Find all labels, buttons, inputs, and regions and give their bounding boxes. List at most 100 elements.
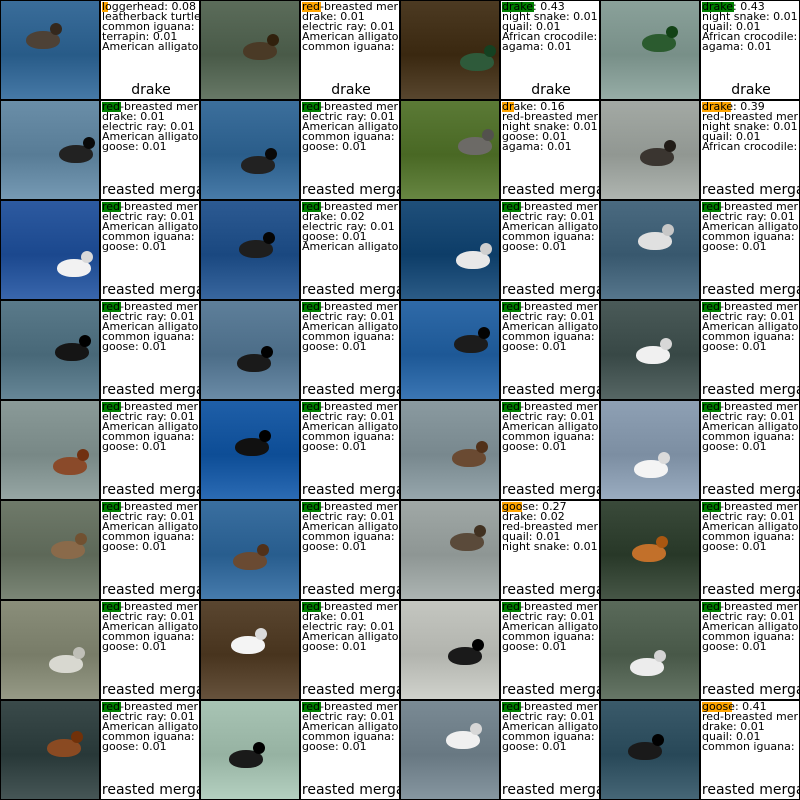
prediction-text: goose: 0.01	[702, 340, 767, 353]
prediction-panel: red-breasted mer electric ray: 0.01 Americ…	[300, 700, 400, 800]
grid-cell: red-breasted mer electric ray: 0.01 Americ…	[400, 600, 600, 700]
grid-cell: red-breasted mer drake: 0.01 electric ray:…	[0, 100, 200, 200]
prediction-panel: red-breasted mer electric ray: 0.01 Americ…	[100, 400, 200, 500]
prediction-panel: red-breasted mer electric ray: 0.01 Americ…	[500, 300, 600, 400]
bird-head	[257, 544, 269, 556]
prediction-panel: red-breasted mer electric ray: 0.01 Americ…	[100, 700, 200, 800]
prediction-line: goose: 0.01	[302, 741, 399, 752]
prediction-panel: drake: 0.39 red-breasted mer night snake: …	[700, 100, 800, 200]
prediction-panel: drake: 0.43 night snake: 0.01 quail: 0.01 A…	[700, 0, 800, 100]
bird-photo	[400, 300, 500, 400]
true-label: red-breasted merganser	[501, 382, 599, 398]
grid-cell: red-breasted mer electric ray: 0.01 Americ…	[0, 200, 200, 300]
prediction-text: agama: 0.01	[702, 40, 772, 53]
prediction-text: African crocodile:	[702, 140, 798, 153]
prediction-list: red-breasted mer electric ray: 0.01 Americ…	[702, 401, 799, 452]
bird-photo	[600, 600, 700, 700]
prediction-line: goose: 0.01	[702, 241, 799, 252]
prediction-text: goose: 0.01	[102, 540, 167, 553]
prediction-text: goose: 0.01	[502, 640, 567, 653]
true-label: red-breasted merganser	[101, 582, 199, 598]
prediction-line: goose: 0.01	[502, 441, 599, 452]
grid-cell: red-breasted mer electric ray: 0.01 Americ…	[200, 400, 400, 500]
prediction-panel: red-breasted mer electric ray: 0.01 Americ…	[500, 400, 600, 500]
prediction-panel: red-breasted mer electric ray: 0.01 Americ…	[500, 600, 600, 700]
prediction-panel: red-breasted mer electric ray: 0.01 Americ…	[300, 500, 400, 600]
prediction-text: American alligato	[302, 240, 399, 253]
true-label: red-breasted merganser	[701, 682, 799, 698]
bird-head	[75, 533, 87, 545]
bird-head	[666, 26, 678, 38]
true-label: red-breasted merganser	[301, 582, 399, 598]
true-label: drake	[331, 82, 371, 98]
prediction-text: goose: 0.01	[502, 340, 567, 353]
photo-background	[601, 401, 699, 499]
true-label: red-breasted merganser	[701, 782, 799, 798]
prediction-list: drake: 0.39 red-breasted mer night snake: …	[702, 101, 799, 153]
prediction-panel: goose: 0.27 drake: 0.02 red-breasted mer qu…	[500, 500, 600, 600]
grid-cell: drake: 0.43 night snake: 0.01 quail: 0.01 A…	[400, 0, 600, 100]
prediction-line: goose: 0.01	[502, 640, 599, 653]
bird-head	[81, 251, 93, 263]
true-label: red-breasted merganser	[501, 182, 599, 198]
prediction-line: goose: 0.01	[302, 341, 399, 352]
prediction-line: goose: 0.01	[702, 640, 799, 653]
bird-photo	[0, 200, 100, 300]
grid-cell: red-breasted mer drake: 0.01 electric ray:…	[200, 600, 400, 700]
bird-head	[664, 140, 676, 152]
prediction-text: goose: 0.01	[102, 340, 167, 353]
true-label: red-breasted merganser	[101, 782, 199, 798]
photo-background	[201, 101, 299, 199]
grid-cell: drake: 0.16 red-breasted mer night snake: …	[400, 100, 600, 200]
true-label: red-breasted merganser	[101, 482, 199, 498]
bird-photo	[200, 700, 300, 800]
bird-photo	[200, 600, 300, 700]
grid-cell: red-breasted mer electric ray: 0.01 Americ…	[600, 200, 800, 300]
prediction-panel: red-breasted mer electric ray: 0.01 Americ…	[500, 700, 600, 800]
bird-photo	[0, 0, 100, 100]
prediction-line: African crocodile:	[702, 140, 799, 153]
prediction-text: goose: 0.01	[102, 440, 167, 453]
bird-photo	[0, 700, 100, 800]
bird-head	[482, 129, 494, 141]
prediction-text: goose: 0.01	[702, 640, 767, 653]
prediction-list: loggerhead: 0.08 leatherback turtle common…	[102, 1, 199, 53]
prediction-list: goose: 0.27 drake: 0.02 red-breasted mer qu…	[502, 501, 599, 552]
photo-background	[1, 1, 99, 99]
prediction-text: goose: 0.01	[102, 740, 167, 753]
prediction-line: agama: 0.01	[502, 141, 599, 152]
prediction-list: red-breasted mer electric ray: 0.01 Americ…	[102, 501, 199, 553]
bird-photo	[600, 700, 700, 800]
prediction-panel: red-breasted mer drake: 0.02 electric ray:…	[300, 200, 400, 300]
true-label: red-breasted merganser	[301, 182, 399, 198]
prediction-line: night snake: 0.01	[502, 541, 599, 552]
prediction-text: American alligato	[102, 40, 199, 53]
true-label: red-breasted merganser	[701, 282, 799, 298]
bird-head	[265, 148, 277, 160]
prediction-line: agama: 0.01	[702, 40, 799, 53]
bird-head	[470, 723, 482, 735]
prediction-line: goose: 0.01	[302, 441, 399, 452]
prediction-line: goose: 0.01	[102, 540, 199, 553]
bird-photo	[200, 300, 300, 400]
bird-photo	[200, 500, 300, 600]
true-label: drake	[131, 82, 171, 98]
bird-photo	[0, 400, 100, 500]
prediction-list: red-breasted mer electric ray: 0.01 Americ…	[702, 201, 799, 252]
prediction-line: common iguana:	[302, 41, 399, 52]
bird-photo	[600, 100, 700, 200]
grid-cell: red-breasted mer electric ray: 0.01 Americ…	[600, 600, 800, 700]
prediction-list: drake: 0.16 red-breasted mer night snake: …	[502, 101, 599, 152]
prediction-text: goose: 0.01	[302, 140, 367, 153]
true-label: red-breasted merganser	[501, 782, 599, 798]
prediction-line: common iguana:	[702, 741, 799, 752]
prediction-text: goose: 0.01	[502, 240, 567, 253]
true-label: red-breasted merganser	[301, 282, 399, 298]
bird-photo	[400, 200, 500, 300]
grid-cell: red-breasted mer electric ray: 0.01 Americ…	[200, 700, 400, 800]
bird-head	[77, 449, 89, 461]
true-label: red-breasted merganser	[101, 382, 199, 398]
bird-photo	[600, 0, 700, 100]
prediction-panel: red-breasted mer electric ray: 0.01 Americ…	[300, 100, 400, 200]
prediction-line: American alligato	[302, 240, 399, 253]
